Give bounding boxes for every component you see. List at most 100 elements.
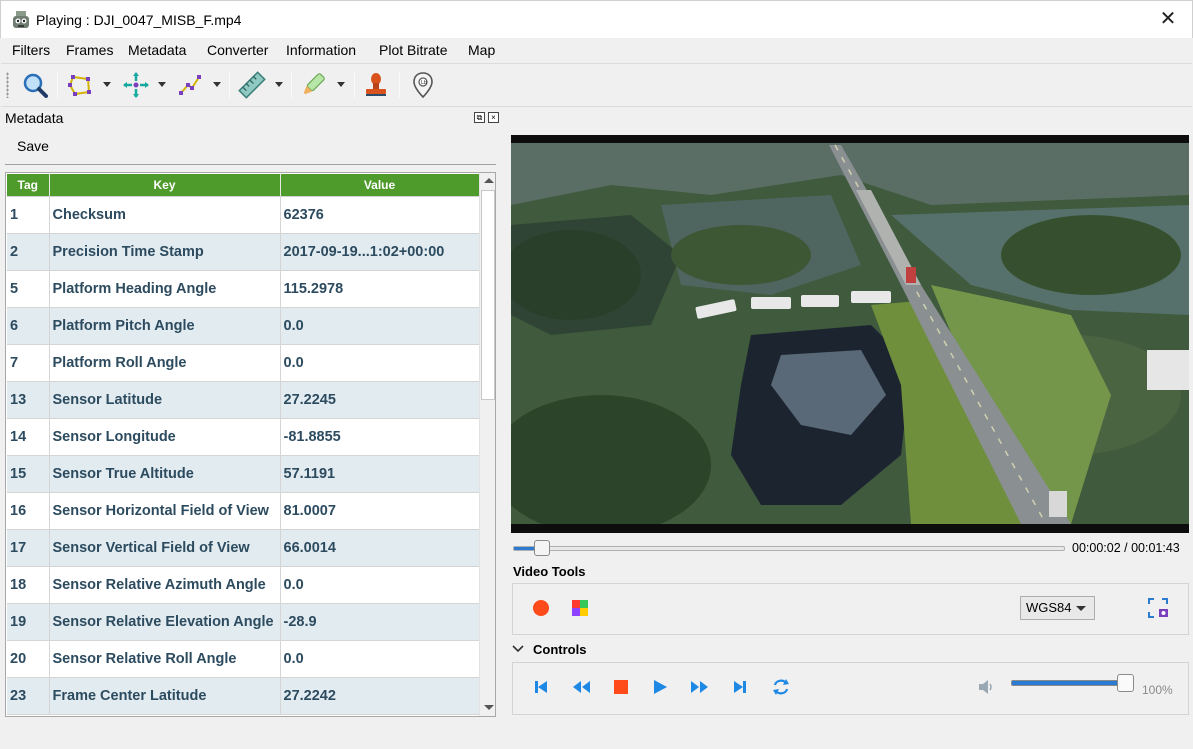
ruler-dropdown-icon[interactable] xyxy=(275,82,283,87)
table-row[interactable]: 23 Frame Center Latitude 27.2242 xyxy=(7,677,480,715)
value-cell: 27.2242 xyxy=(280,677,480,715)
tag-cell: 13 xyxy=(7,381,50,419)
table-row[interactable]: 13 Sensor Latitude 27.2245 xyxy=(7,381,480,419)
divider xyxy=(5,164,496,165)
stamp-icon[interactable] xyxy=(361,70,391,100)
menu-information[interactable]: Information xyxy=(286,42,356,58)
tag-cell: 7 xyxy=(7,344,50,382)
table-row[interactable]: 6 Platform Pitch Angle 0.0 xyxy=(7,307,480,345)
ruler-icon[interactable] xyxy=(237,70,267,100)
crosshair-dropdown-icon[interactable] xyxy=(158,82,166,87)
value-cell: 0.0 xyxy=(280,566,480,604)
tag-cell: 23 xyxy=(7,677,50,715)
key-cell: Sensor Horizontal Field of View xyxy=(49,492,281,530)
video-image xyxy=(511,135,1189,533)
seek-handle[interactable] xyxy=(534,540,550,556)
video-frame[interactable] xyxy=(511,135,1189,533)
time-display: 00:00:02 / 00:01:43 xyxy=(1072,541,1180,555)
record-icon[interactable] xyxy=(530,597,552,619)
menu-frames[interactable]: Frames xyxy=(66,42,113,58)
volume-percent: 100% xyxy=(1142,683,1173,697)
tag-cell: 2 xyxy=(7,233,50,271)
key-cell: Precision Time Stamp xyxy=(49,233,281,271)
scroll-down-icon[interactable] xyxy=(484,705,494,710)
rewind-icon[interactable] xyxy=(570,676,592,698)
close-icon[interactable]: ✕ xyxy=(1158,8,1178,30)
tag-cell: 19 xyxy=(7,603,50,641)
loop-icon[interactable] xyxy=(770,676,792,698)
float-icon[interactable]: ⧉ xyxy=(474,112,485,123)
app-logo-icon xyxy=(13,11,29,28)
key-cell: Sensor Latitude xyxy=(49,381,281,419)
table-row[interactable]: 2 Precision Time Stamp 2017-09-19...1:02+0… xyxy=(7,233,480,271)
close-dock-icon[interactable]: × xyxy=(488,112,499,123)
value-cell: -28.9 xyxy=(280,603,480,641)
collapse-chevron-icon[interactable] xyxy=(512,644,524,654)
key-cell: Platform Roll Angle xyxy=(49,344,281,382)
key-cell: Sensor Vertical Field of View xyxy=(49,529,281,567)
table-scrollbar[interactable] xyxy=(479,173,495,716)
stop-icon[interactable] xyxy=(610,676,632,698)
zoom-icon[interactable] xyxy=(20,70,50,100)
key-cell: Frame Center Latitude xyxy=(49,677,281,715)
tag-cell: 18 xyxy=(7,566,50,604)
crs-select[interactable]: WGS84 xyxy=(1020,596,1095,620)
toolbar-grip[interactable] xyxy=(6,72,9,98)
value-cell: 0.0 xyxy=(280,640,480,678)
menu-plot-bitrate[interactable]: Plot Bitrate xyxy=(379,42,447,58)
menu-filters[interactable]: Filters xyxy=(12,42,50,58)
table-row[interactable]: 5 Platform Heading Angle 115.2978 xyxy=(7,270,480,308)
menu-metadata[interactable]: Metadata xyxy=(128,42,186,58)
table-row[interactable]: 20 Sensor Relative Roll Angle 0.0 xyxy=(7,640,480,678)
key-cell: Sensor Longitude xyxy=(49,418,281,456)
table-row[interactable]: 1 Checksum 62376 xyxy=(7,196,480,234)
column-header-value[interactable]: Value xyxy=(280,174,480,197)
highlighter-dropdown-icon[interactable] xyxy=(337,82,345,87)
table-row[interactable]: 19 Sensor Relative Elevation Angle -28.9 xyxy=(7,603,480,641)
window-title: Playing : DJI_0047_MISB_F.mp4 xyxy=(36,12,242,28)
seek-track[interactable] xyxy=(513,546,1065,551)
table-row[interactable]: 14 Sensor Longitude -81.8855 xyxy=(7,418,480,456)
capture-frame-icon[interactable] xyxy=(1146,596,1170,620)
scrollbar-thumb[interactable] xyxy=(481,190,495,400)
map-pin-icon[interactable]: Lb xyxy=(408,70,438,100)
save-button[interactable]: Save xyxy=(17,138,49,154)
volume-handle[interactable] xyxy=(1117,674,1134,692)
scroll-up-icon[interactable] xyxy=(484,178,494,183)
play-icon[interactable] xyxy=(649,676,671,698)
controls-title: Controls xyxy=(533,642,587,657)
table-row[interactable]: 17 Sensor Vertical Field of View 66.0014 xyxy=(7,529,480,567)
menu-converter[interactable]: Converter xyxy=(207,42,268,58)
value-cell: 66.0014 xyxy=(280,529,480,567)
tag-cell: 15 xyxy=(7,455,50,493)
crosshair-icon[interactable] xyxy=(121,70,151,100)
seek-slider[interactable] xyxy=(511,540,1067,556)
svg-text:Lb: Lb xyxy=(421,80,427,86)
volume-slider[interactable] xyxy=(1011,680,1131,686)
toolbar-separator xyxy=(399,72,400,98)
fast-forward-icon[interactable] xyxy=(689,676,711,698)
table-row[interactable]: 7 Platform Roll Angle 0.0 xyxy=(7,344,480,382)
menu-map[interactable]: Map xyxy=(468,42,495,58)
polygon-dropdown-icon[interactable] xyxy=(103,82,111,87)
column-header-tag[interactable]: Tag xyxy=(7,174,50,197)
table-row[interactable]: 15 Sensor True Altitude 57.1191 xyxy=(7,455,480,493)
skip-to-end-icon[interactable] xyxy=(729,676,751,698)
polyline-dropdown-icon[interactable] xyxy=(213,82,221,87)
table-header: Tag Key Value xyxy=(7,174,480,197)
key-cell: Sensor True Altitude xyxy=(49,455,281,493)
title-bar: Playing : DJI_0047_MISB_F.mp4 ✕ xyxy=(0,0,1193,38)
highlighter-icon[interactable] xyxy=(298,70,328,100)
polyline-icon[interactable] xyxy=(175,70,205,100)
skip-to-start-icon[interactable] xyxy=(530,676,552,698)
column-header-key[interactable]: Key xyxy=(49,174,281,197)
polygon-icon[interactable] xyxy=(65,70,95,100)
tag-cell: 17 xyxy=(7,529,50,567)
table-row[interactable]: 16 Sensor Horizontal Field of View 81.0007 xyxy=(7,492,480,530)
tag-cell: 20 xyxy=(7,640,50,678)
color-filter-icon[interactable] xyxy=(569,597,591,619)
volume-icon[interactable] xyxy=(975,676,997,698)
metadata-table[interactable]: Tag Key Value 1 Checksum 62376 2 Precision … xyxy=(5,172,496,717)
value-cell: 27.2245 xyxy=(280,381,480,419)
table-row[interactable]: 18 Sensor Relative Azimuth Angle 0.0 xyxy=(7,566,480,604)
